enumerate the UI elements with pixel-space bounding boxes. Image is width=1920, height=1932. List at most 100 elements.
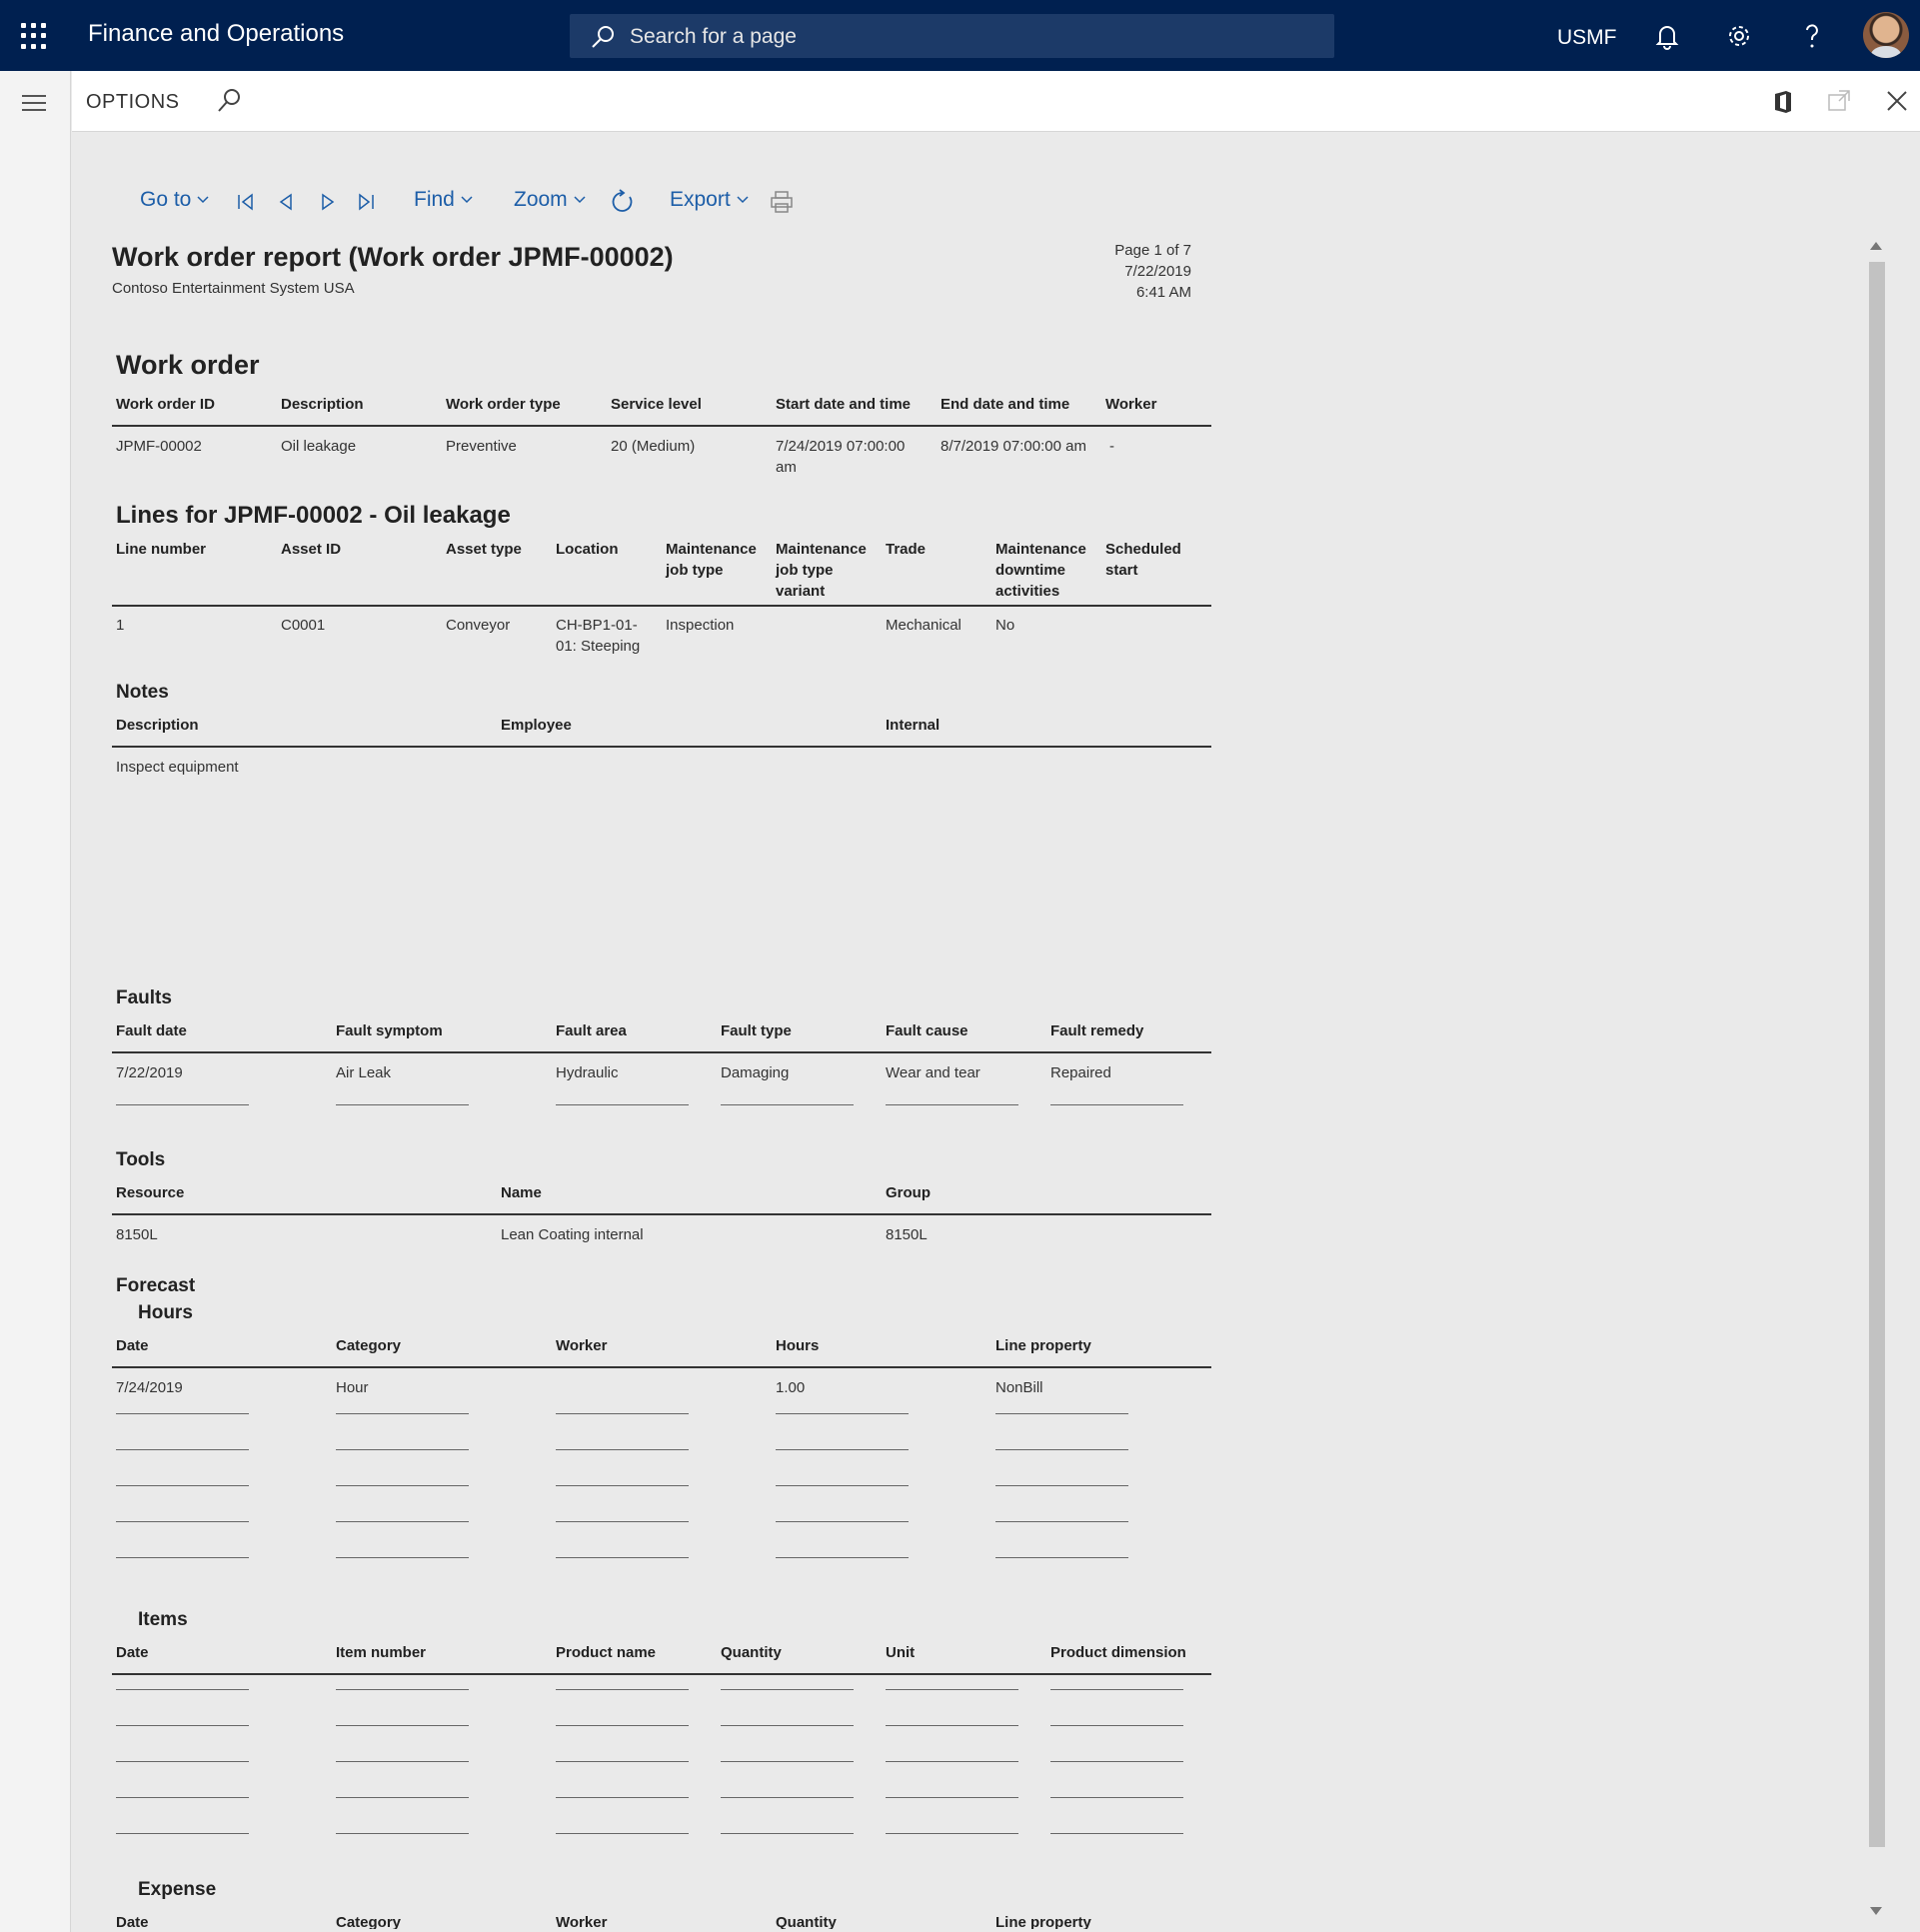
blank-line <box>776 1521 909 1522</box>
tools-table: Resource Name Group 8150L Lean Coating i… <box>112 1182 1211 1243</box>
app-launcher-icon[interactable] <box>21 23 47 49</box>
blank-line <box>1050 1761 1183 1762</box>
table-header: Date Item number Product name Quantity U… <box>112 1642 1211 1675</box>
items-heading: Items <box>138 1609 188 1630</box>
column-header: Scheduled start <box>1105 541 1181 579</box>
blank-line <box>886 1725 1018 1726</box>
table-cell: 8150L <box>886 1226 928 1243</box>
scroll-up-arrow-icon[interactable] <box>1870 242 1882 250</box>
hamburger-menu-icon[interactable] <box>22 95 46 116</box>
table-cell: Lean Coating internal <box>501 1226 644 1243</box>
blank-line <box>336 1761 469 1762</box>
notes-heading: Notes <box>116 682 169 703</box>
column-header: Maintenance job type variant <box>776 541 867 600</box>
column-header: Worker <box>1105 396 1157 413</box>
open-in-new-window-icon[interactable] <box>1827 89 1851 113</box>
office-icon[interactable] <box>1771 89 1795 115</box>
blank-line <box>116 1797 249 1798</box>
column-header: Work order ID <box>116 396 215 413</box>
forecast-heading: Forecast <box>116 1275 196 1296</box>
blank-line <box>336 1485 469 1486</box>
column-header: Trade <box>886 541 927 558</box>
column-header: Maintenance job type <box>666 541 757 579</box>
column-header: Group <box>886 1184 931 1201</box>
close-icon[interactable] <box>1885 89 1909 113</box>
bell-icon[interactable] <box>1651 20 1683 52</box>
blank-line <box>995 1485 1128 1486</box>
blank-line <box>1050 1689 1183 1690</box>
report-page: Work order report (Work order JPMF-00002… <box>112 240 1211 1929</box>
next-page-icon[interactable] <box>318 192 338 212</box>
table-cell: 1.00 <box>776 1379 806 1396</box>
blank-line <box>336 1521 469 1522</box>
goto-menu[interactable]: Go to <box>140 188 209 212</box>
table-cell: 20 (Medium) <box>611 438 696 455</box>
blank-line <box>721 1104 854 1105</box>
faults-table: Fault date Fault symptom Fault area Faul… <box>112 1020 1211 1105</box>
gear-icon[interactable] <box>1723 20 1755 52</box>
page-search-box[interactable]: Search for a page <box>570 14 1334 58</box>
table-header: Description Employee Internal <box>112 715 1211 748</box>
table-cell: Hour <box>336 1379 369 1396</box>
export-label: Export <box>670 188 731 211</box>
column-header: Hours <box>776 1337 820 1354</box>
column-header: Fault symptom <box>336 1022 443 1039</box>
table-cell: Preventive <box>446 438 517 455</box>
column-header: Product dimension <box>1050 1644 1186 1661</box>
blank-line <box>776 1485 909 1486</box>
table-cell: Inspection <box>666 617 735 634</box>
column-header: Resource <box>116 1184 185 1201</box>
column-header: Date <box>116 1914 149 1929</box>
blank-line <box>556 1557 689 1558</box>
scroll-thumb[interactable] <box>1869 262 1885 1847</box>
zoom-menu[interactable]: Zoom <box>514 188 586 212</box>
first-page-icon[interactable] <box>236 192 256 212</box>
hours-table: Date Category Worker Hours Line property… <box>112 1335 1211 1558</box>
column-header: Fault date <box>116 1022 187 1039</box>
options-tab[interactable]: OPTIONS <box>86 91 180 114</box>
table-header: Work order ID Description Work order typ… <box>112 394 1211 427</box>
export-menu[interactable]: Export <box>670 188 749 212</box>
chevron-down-icon <box>461 196 473 204</box>
user-avatar[interactable] <box>1863 12 1909 58</box>
goto-label: Go to <box>140 188 192 211</box>
blank-line <box>556 1689 689 1690</box>
table-cell: CH-BP1-01-01: Steeping <box>556 617 641 655</box>
table-cell: Mechanical <box>886 617 961 634</box>
blank-line <box>116 1557 249 1558</box>
column-header: Worker <box>556 1337 608 1354</box>
blank-line <box>886 1104 1018 1105</box>
report-scrollbar[interactable] <box>1867 240 1887 1919</box>
last-page-icon[interactable] <box>356 192 376 212</box>
search-icon[interactable] <box>215 87 243 115</box>
column-header: Fault cause <box>886 1022 968 1039</box>
column-header: Date <box>116 1337 149 1354</box>
blank-line <box>556 1413 689 1414</box>
report-toolbar: Go to Find Zoom Export <box>140 188 840 218</box>
left-nav-rail <box>0 71 71 1932</box>
tools-heading: Tools <box>116 1149 166 1170</box>
app-title[interactable]: Finance and Operations <box>88 20 344 48</box>
table-cell: Damaging <box>721 1064 790 1081</box>
lines-table: Line number Asset ID Asset type Location… <box>112 539 1211 655</box>
column-header: Line number <box>116 541 207 558</box>
blank-line <box>886 1689 1018 1690</box>
blank-line <box>721 1689 854 1690</box>
help-icon[interactable] <box>1796 20 1828 52</box>
blank-line <box>1050 1725 1183 1726</box>
column-header: Fault area <box>556 1022 627 1039</box>
column-header: Date <box>116 1644 149 1661</box>
column-header: Maintenance downtime activities <box>995 541 1086 600</box>
scroll-down-arrow-icon[interactable] <box>1870 1907 1882 1915</box>
previous-page-icon[interactable] <box>276 192 296 212</box>
company-picker[interactable]: USMF <box>1557 26 1617 50</box>
blank-line <box>995 1557 1128 1558</box>
find-menu[interactable]: Find <box>414 188 473 212</box>
print-icon[interactable] <box>770 190 794 214</box>
blank-line <box>116 1521 249 1522</box>
refresh-icon[interactable] <box>610 189 636 215</box>
report-company: Contoso Entertainment System USA <box>112 280 355 297</box>
blank-line <box>995 1449 1128 1450</box>
blank-line <box>336 1725 469 1726</box>
table-header: Line number Asset ID Asset type Location… <box>112 539 1211 607</box>
